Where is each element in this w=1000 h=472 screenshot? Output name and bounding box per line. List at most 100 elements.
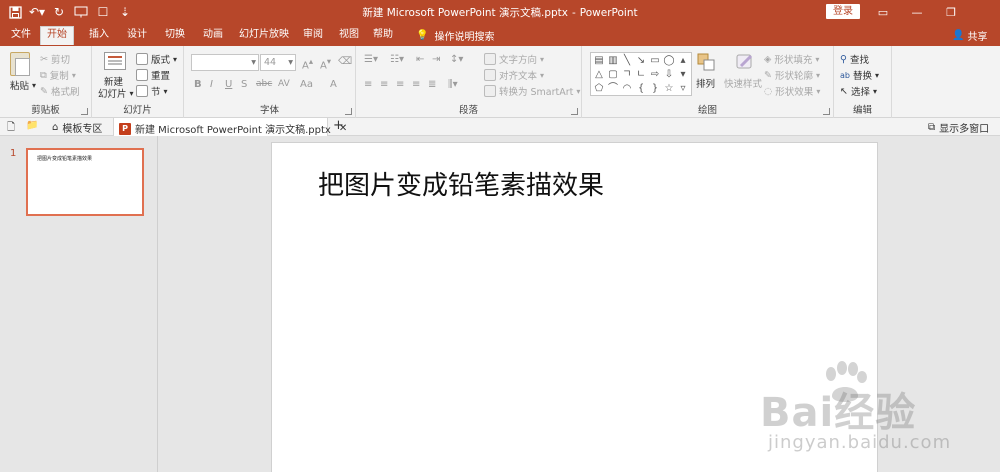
distribute-icon[interactable]: ≣ [428, 79, 436, 90]
tab-review[interactable]: 审阅 [298, 27, 328, 46]
brace-left-shape-icon[interactable]: { [634, 82, 648, 96]
bold-button[interactable]: B [194, 79, 202, 90]
connector-shape-icon[interactable]: ㄱ [620, 68, 634, 82]
restore-icon[interactable]: ❐ [934, 2, 968, 22]
gallery-down-icon[interactable]: ▾ [676, 68, 690, 82]
drawing-launcher-icon[interactable] [823, 108, 830, 115]
reset-button[interactable]: 重置 [136, 68, 170, 82]
strikethrough-button[interactable]: abc [256, 79, 272, 89]
columns-icon[interactable]: ⫼▾ [448, 79, 458, 90]
brace-right-shape-icon[interactable]: } [648, 82, 662, 96]
shape-outline-button[interactable]: ✎ 形状轮廓 ▾ [764, 68, 820, 83]
elbow-shape-icon[interactable]: ㄴ [634, 68, 648, 82]
align-center-icon[interactable]: ≡ [380, 79, 388, 90]
quick-styles-button[interactable]: 快速样式 [724, 76, 762, 90]
document-tab[interactable]: P 新建 Microsoft PowerPoint 演示文稿.pptx ✕ [113, 118, 347, 136]
share-button[interactable]: 👤 共享 [952, 28, 987, 43]
folder-icon[interactable]: 📁 [26, 120, 38, 131]
oval-shape-icon[interactable]: ◯ [662, 54, 676, 68]
format-painter-button[interactable]: ✎ 格式刷 [40, 84, 79, 99]
font-color-button[interactable]: A [330, 79, 337, 90]
new-slide-icon[interactable] [104, 52, 126, 70]
star-shape-icon[interactable]: ☆ [662, 82, 676, 96]
triangle-shape-icon[interactable]: △ [592, 68, 606, 82]
slide-thumbnail[interactable]: 把图片变成铅笔素描效果 [26, 148, 144, 216]
tab-file[interactable]: 文件 [6, 27, 36, 46]
decrease-font-icon[interactable]: A▾ [320, 56, 331, 71]
font-size-combo[interactable]: 44 ▾ [260, 54, 296, 71]
textbox-shape-icon[interactable]: ▤ [592, 54, 606, 68]
brush-icon: ✎ [40, 85, 48, 97]
right-arrow-shape-icon[interactable]: ⇨ [648, 68, 662, 82]
rectangle-shape-icon[interactable]: ▭ [648, 54, 662, 68]
tab-animations[interactable]: 动画 [196, 27, 230, 46]
new-slide-label-2[interactable]: 幻灯片 ▾ [98, 86, 134, 101]
bullets-icon[interactable]: ☰▾ [364, 54, 378, 65]
rounded-rect-shape-icon[interactable]: ▢ [606, 68, 620, 82]
increase-indent-icon[interactable]: ⇥ [432, 54, 440, 65]
smartart-button[interactable]: 转换为 SmartArt ▾ [484, 84, 580, 98]
font-name-combo[interactable]: ▾ [191, 54, 259, 71]
line-spacing-icon[interactable]: ↕▾ [450, 54, 463, 65]
arrange-icon[interactable] [696, 52, 716, 72]
paragraph-launcher-icon[interactable] [571, 108, 578, 115]
curve-shape-icon[interactable]: ⌒ [606, 82, 620, 96]
tab-insert[interactable]: 插入 [82, 27, 116, 46]
quick-styles-icon[interactable] [734, 52, 756, 72]
decrease-indent-icon[interactable]: ⇤ [416, 54, 424, 65]
align-right-icon[interactable]: ≡ [396, 79, 404, 90]
align-left-icon[interactable]: ≡ [364, 79, 372, 90]
shape-effects-button[interactable]: ◌ 形状效果 ▾ [764, 84, 820, 99]
shadow-button[interactable]: S [241, 79, 247, 90]
shapes-gallery[interactable]: ▤ ▥ ╲ ↘ ▭ ◯ ▴ △ ▢ ㄱ ㄴ ⇨ ⇩ ▾ ⬠ ⌒ ◠ { } ☆ … [590, 52, 692, 96]
minimize-icon[interactable]: — [900, 2, 934, 22]
gallery-more-icon[interactable]: ▿ [676, 82, 690, 96]
replace-button[interactable]: ab 替换 ▾ [840, 68, 879, 83]
document-tab-bar: 🗋 📁 ⌂ 模板专区 P 新建 Microsoft PowerPoint 演示文… [0, 118, 1000, 136]
text-direction-button[interactable]: 文字方向 ▾ [484, 52, 544, 66]
layout-button[interactable]: 版式 ▾ [136, 52, 177, 66]
increase-font-icon[interactable]: A▴ [302, 56, 313, 71]
underline-button[interactable]: U [225, 79, 232, 90]
justify-icon[interactable]: ≡ [412, 79, 420, 90]
tell-me-search[interactable]: 💡 操作说明搜索 [416, 28, 494, 43]
vertical-textbox-shape-icon[interactable]: ▥ [606, 54, 620, 68]
find-button[interactable]: ⚲ 查找 [840, 52, 869, 67]
down-arrow-shape-icon[interactable]: ⇩ [662, 68, 676, 82]
slide-title[interactable]: 把图片变成铅笔素描效果 [318, 165, 604, 202]
numbering-icon[interactable]: ☷▾ [390, 54, 404, 65]
copy-button[interactable]: ⧉ 复制 ▾ [40, 68, 76, 83]
change-case-button[interactable]: Aa [300, 79, 313, 90]
template-zone-tab[interactable]: ⌂ 模板专区 [52, 120, 102, 135]
shape-fill-button[interactable]: ◈ 形状填充 ▾ [764, 52, 819, 67]
tab-home[interactable]: 开始 [40, 26, 74, 45]
login-button[interactable]: 登录 [826, 4, 860, 19]
pentagon-shape-icon[interactable]: ⬠ [592, 82, 606, 96]
section-button[interactable]: 节 ▾ [136, 84, 168, 98]
arc-shape-icon[interactable]: ◠ [620, 82, 634, 96]
clipboard-launcher-icon[interactable] [81, 108, 88, 115]
line-shape-icon[interactable]: ╲ [620, 54, 634, 68]
tab-view[interactable]: 视图 [334, 27, 364, 46]
cut-button[interactable]: ✂ 剪切 [40, 52, 70, 67]
arrange-button[interactable]: 排列 [696, 76, 715, 90]
paste-icon[interactable] [10, 52, 30, 76]
tab-slideshow[interactable]: 幻灯片放映 [236, 27, 292, 46]
show-multi-window-button[interactable]: ⧉ 显示多窗口 [928, 120, 989, 135]
align-text-button[interactable]: 对齐文本 ▾ [484, 68, 544, 82]
arrow-line-shape-icon[interactable]: ↘ [634, 54, 648, 68]
select-button[interactable]: ↖ 选择 ▾ [840, 84, 877, 99]
paste-button[interactable]: 粘贴 ▾ [10, 78, 36, 93]
tab-help[interactable]: 帮助 [368, 27, 398, 46]
font-group-label: 字体 [259, 105, 279, 116]
tab-transitions[interactable]: 切换 [158, 27, 192, 46]
tab-design[interactable]: 设计 [120, 27, 154, 46]
clear-format-icon[interactable]: ⌫ [338, 56, 352, 67]
gallery-up-icon[interactable]: ▴ [676, 54, 690, 68]
char-spacing-button[interactable]: AV [278, 79, 290, 89]
ribbon-display-options-icon[interactable]: ▭ [866, 2, 900, 22]
font-launcher-icon[interactable] [345, 108, 352, 115]
new-tab-icon[interactable]: + [333, 118, 344, 133]
new-doc-icon[interactable]: 🗋 [7, 120, 15, 137]
italic-button[interactable]: I [210, 79, 213, 90]
